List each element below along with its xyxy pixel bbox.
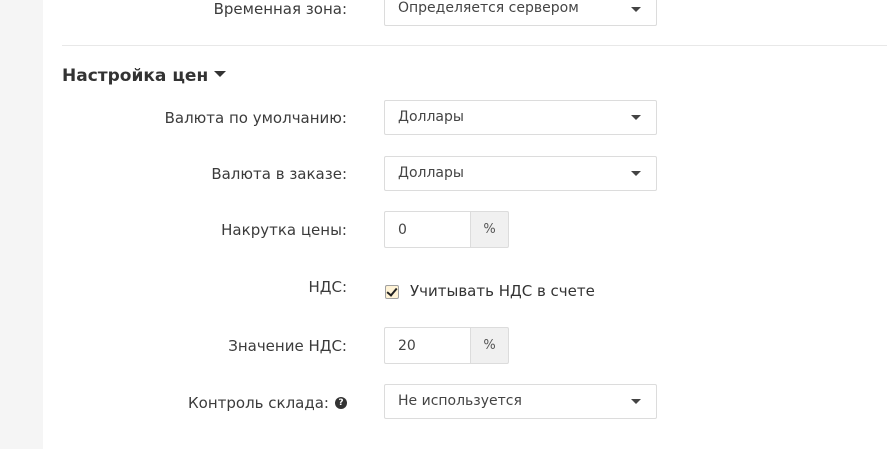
markup-label: Накрутка цены: (221, 221, 347, 239)
order-currency-value: Доллары (398, 165, 464, 181)
vat-checkbox-label[interactable]: Учитывать НДС в счете (410, 281, 595, 301)
default-currency-value: Доллары (398, 109, 464, 125)
order-currency-label: Валюта в заказе: (211, 165, 347, 183)
caret-down-icon (631, 399, 641, 404)
section-divider (62, 45, 887, 46)
pricing-section-toggle[interactable]: Настройка цен (62, 64, 227, 88)
markup-input[interactable] (384, 211, 470, 248)
stock-control-value: Не используется (398, 393, 522, 409)
stock-control-label: Контроль склада: (188, 394, 329, 412)
default-currency-label: Валюта по умолчанию: (164, 109, 347, 127)
markup-input-group: % (384, 211, 509, 248)
caret-down-icon (631, 115, 641, 120)
vat-percent-addon: % (470, 327, 509, 364)
caret-down-icon (631, 171, 641, 176)
timezone-label: Временная зона: (213, 0, 347, 18)
left-sidebar-rail (0, 0, 43, 449)
markup-percent-addon: % (470, 211, 509, 248)
order-currency-select[interactable]: Доллары (384, 156, 657, 191)
checkmark-icon (386, 285, 398, 297)
vat-label: НДС: (308, 278, 347, 296)
vat-value-input-group: % (384, 327, 509, 364)
timezone-select[interactable]: Определяется сервером (384, 0, 657, 26)
vat-value-input[interactable] (384, 327, 470, 364)
caret-down-icon (214, 71, 227, 77)
vat-checkbox[interactable] (385, 285, 399, 299)
question-circle-icon[interactable]: ? (335, 396, 347, 409)
vat-value-label: Значение НДС: (228, 337, 347, 355)
stock-control-label-row: Контроль склада:? (188, 393, 347, 413)
stock-control-select[interactable]: Не используется (384, 384, 657, 419)
timezone-select-value: Определяется сервером (398, 0, 579, 16)
default-currency-select[interactable]: Доллары (384, 100, 657, 135)
caret-down-icon (631, 7, 641, 12)
section-title: Настройка цен (62, 66, 209, 86)
